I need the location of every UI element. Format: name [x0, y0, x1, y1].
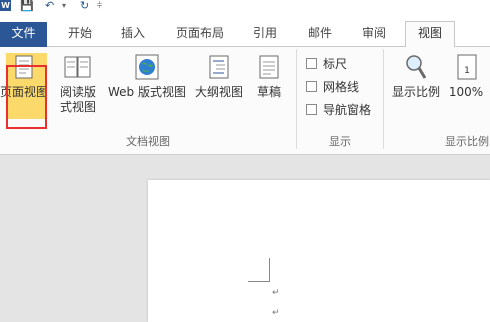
zoom-100-label: 100% [448, 85, 484, 99]
quick-access-toolbar: W 💾 ↶ ▾ ↻ ⫩ [0, 0, 490, 14]
web-layout-label: Web 版式视图 [108, 85, 186, 99]
redo-icon[interactable]: ↻ [80, 0, 89, 12]
tab-review[interactable]: 审阅 [354, 22, 394, 47]
draft-view-label: 草稿 [256, 85, 281, 99]
ruler-checkbox-label: 标尺 [323, 57, 348, 71]
margin-corner-mark [248, 258, 270, 282]
undo-icon[interactable]: ↶ [45, 0, 54, 12]
svg-text:1: 1 [464, 66, 470, 76]
web-layout-button[interactable]: Web 版式视图 [106, 53, 188, 100]
paragraph-mark-icon: ↵ [272, 288, 280, 298]
word-app-icon: W [0, 0, 11, 11]
navigation-pane-checkbox-label: 导航窗格 [323, 103, 372, 117]
customize-toolbar-icon[interactable]: ⫩ [97, 0, 102, 12]
tab-page-layout[interactable]: 页面布局 [168, 22, 232, 47]
draft-view-button[interactable]: 草稿 [250, 53, 288, 100]
undo-dropdown-icon[interactable]: ▾ [62, 0, 66, 12]
outline-view-icon [209, 55, 229, 79]
group-separator [383, 49, 384, 149]
ruler-checkbox[interactable]: 标尺 [306, 55, 347, 72]
ribbon-tab-bar: 文件 开始 插入 页面布局 引用 邮件 审阅 视图 [0, 14, 490, 48]
group-label-document-views: 文档视图 [126, 135, 170, 148]
document-page[interactable]: ↵ ↵ [148, 180, 490, 322]
outline-view-button[interactable]: 大纲视图 [191, 53, 247, 100]
tab-mailings[interactable]: 邮件 [300, 22, 340, 47]
zoom-button[interactable]: 显示比例 [388, 53, 444, 100]
reading-layout-button[interactable]: 阅读版式视图 [52, 53, 104, 115]
navigation-pane-checkbox-box[interactable] [306, 104, 317, 115]
reading-layout-icon [64, 56, 91, 78]
group-label-show: 显示 [329, 135, 351, 148]
web-globe-icon [135, 54, 159, 80]
highlight-annotation [6, 65, 47, 129]
ribbon-view: 页面视图 阅读版式视图 Web 版式视图 大纲视图 草稿 文档视图 标尺 网格线… [0, 47, 490, 155]
magnifier-icon [406, 55, 427, 79]
ruler-checkbox-box[interactable] [306, 58, 317, 69]
navigation-pane-checkbox[interactable]: 导航窗格 [306, 101, 371, 118]
reading-layout-label: 阅读版式视图 [59, 85, 96, 114]
outline-view-label: 大纲视图 [194, 85, 243, 99]
tab-insert[interactable]: 插入 [113, 22, 153, 47]
tab-references[interactable]: 引用 [245, 22, 285, 47]
zoom-label: 显示比例 [391, 85, 440, 99]
group-label-zoom: 显示比例 [445, 135, 489, 148]
gridlines-checkbox-label: 网格线 [323, 80, 360, 94]
gridlines-checkbox[interactable]: 网格线 [306, 78, 359, 95]
draft-view-icon [259, 55, 279, 79]
save-icon[interactable]: 💾 [20, 0, 34, 12]
tab-home[interactable]: 开始 [60, 22, 100, 47]
gridlines-checkbox-box[interactable] [306, 81, 317, 92]
tab-view[interactable]: 视图 [405, 21, 455, 48]
page-100-icon: 1 [457, 54, 477, 80]
tab-file[interactable]: 文件 [0, 22, 47, 48]
paragraph-mark-icon: ↵ [272, 308, 280, 318]
zoom-100-button[interactable]: 1 100% [446, 53, 486, 100]
